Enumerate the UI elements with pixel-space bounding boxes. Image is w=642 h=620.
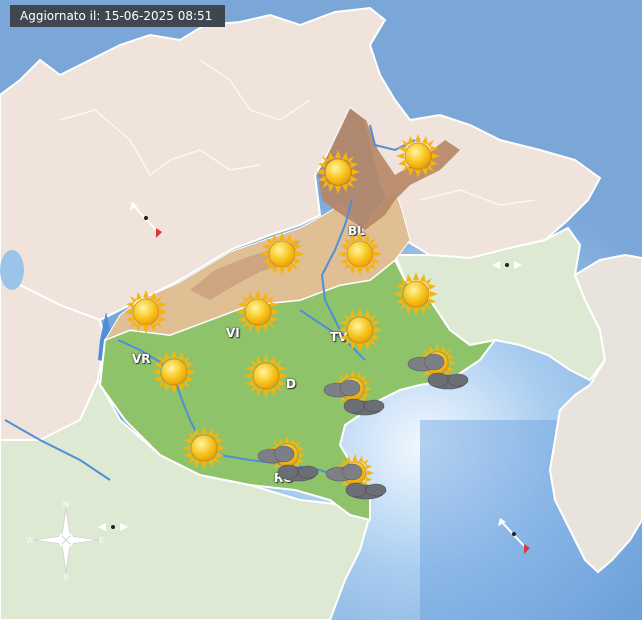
compass-rose-icon: N S W E [26, 500, 105, 582]
sunny-icon [338, 308, 382, 352]
sunny-icon [316, 150, 360, 194]
compass-w: W [26, 536, 35, 545]
sun-cloud-icon [322, 454, 392, 504]
sunny-icon [394, 272, 438, 316]
compass-e: E [99, 536, 105, 545]
sunny-icon [260, 232, 304, 276]
sunny-icon [124, 290, 168, 334]
city-label-vr: VR [132, 352, 151, 366]
update-timestamp: Aggiornato il: 15-06-2025 08:51 [10, 5, 225, 27]
lake [0, 250, 24, 290]
sunny-icon [244, 354, 288, 398]
compass-n: N [63, 500, 70, 509]
sunny-icon [338, 232, 382, 276]
sunny-icon [396, 134, 440, 178]
weather-map: Aggiornato il: 15-06-2025 08:51 BL VI TV… [0, 0, 642, 620]
wind-arrow-icon [498, 518, 530, 554]
calm-wind-icon [492, 261, 522, 269]
sunny-icon [236, 290, 280, 334]
sun-cloud-icon [404, 344, 474, 394]
sun-cloud-icon [320, 370, 390, 420]
sunny-icon [182, 426, 226, 470]
compass-s: S [63, 573, 68, 582]
sunny-icon [152, 350, 196, 394]
wind-arrow-icon [130, 202, 162, 238]
sun-cloud-icon [254, 436, 324, 486]
